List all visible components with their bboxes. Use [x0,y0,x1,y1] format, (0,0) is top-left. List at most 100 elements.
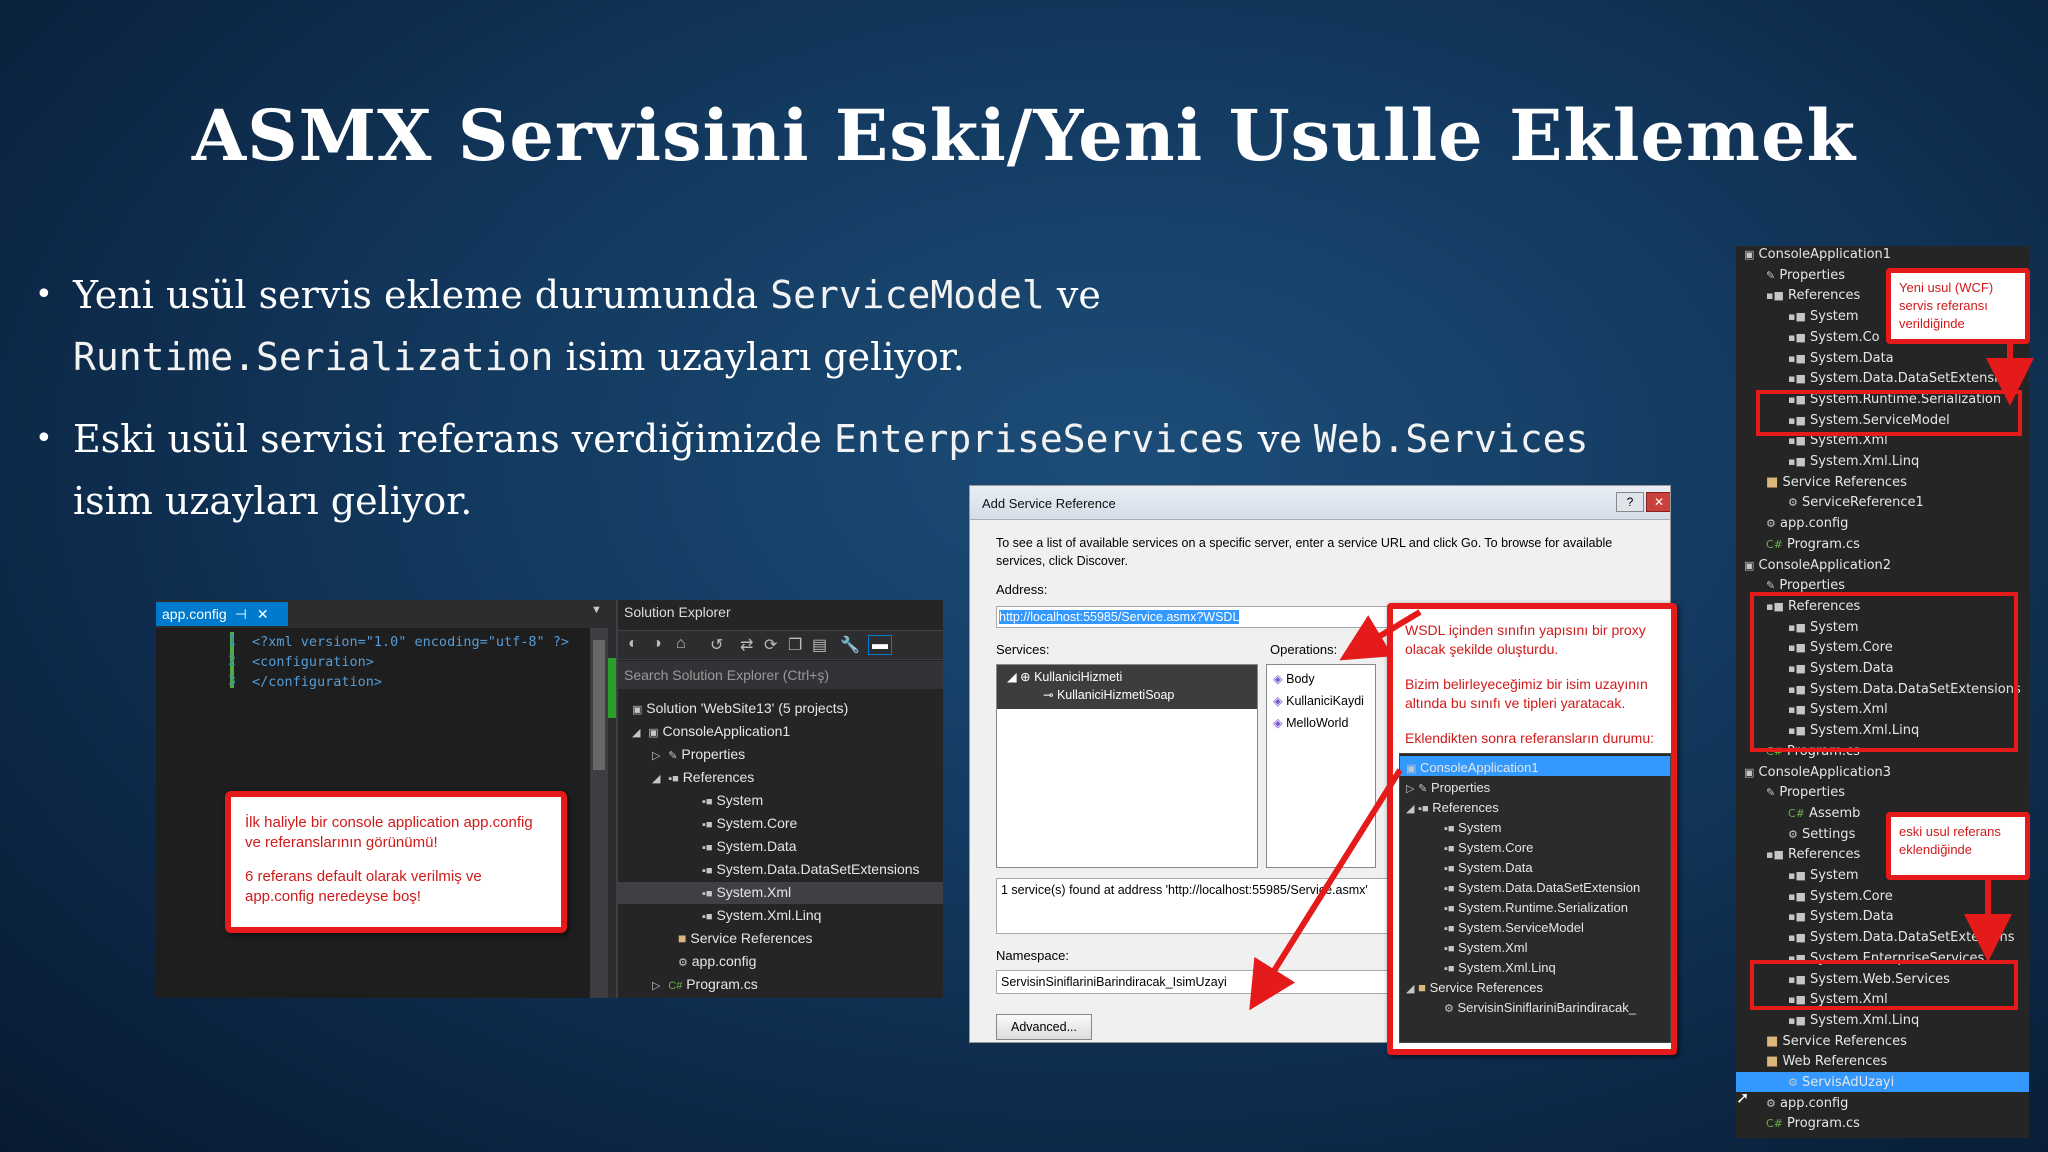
tree-item[interactable]: ▷ C# Program.cs [652,976,758,992]
tree-item[interactable]: ✎ Properties [1766,268,1845,283]
tree-item[interactable]: ▪■ System.Data.DataSetExten ons [1788,930,2015,945]
tree-item[interactable]: ✎ Properties [1766,785,1845,800]
preview-icon[interactable]: ▬ [868,635,892,655]
forward-icon[interactable]: ◑ [652,635,662,653]
tree-item[interactable]: ◢ ▪■ References [1406,798,1499,819]
tree-item[interactable]: ■ Service References [1766,1034,1907,1049]
tree-item[interactable]: ▪■ System.Xml.Linq [1788,1013,1919,1028]
tree-item[interactable]: ▪■ System.Data.DataSetExtensions [702,861,920,877]
tree-item[interactable]: ◢ ▪■ References [652,769,754,785]
tree-item[interactable]: ▪■ System.Data.DataSetExtension [1444,878,1640,899]
tree-item[interactable]: ◢ ■ Service References [1406,978,1543,999]
refresh-icon[interactable]: ⟳ [764,635,777,655]
tree-item-selected[interactable]: ▪■ System.Xml [618,882,943,904]
service-icon: ⊕ [1020,670,1031,684]
tree-item-selected[interactable]: ⚙ ServisAdUzayi [1788,1075,1894,1090]
references-icon: ▪■ [1418,803,1429,815]
code-line[interactable]: <configuration> [252,654,374,670]
operation-item[interactable]: ◈ Body [1273,671,1315,686]
operations-list[interactable]: ◈ Body ◈ KullaniciKaydi ◈ MelloWorld [1266,664,1376,868]
advanced-button[interactable]: Advanced... [996,1014,1092,1040]
tree-item[interactable]: ▪■ System.Xml.Linq [1788,454,1919,469]
editor-scrollbar[interactable] [590,628,608,998]
tree-item[interactable]: ▪■ System.Xml [1444,938,1528,959]
services-list[interactable]: ◢ ⊕ KullaniciHizmeti ⊸ KullaniciHizmetiS… [996,664,1258,868]
tree-item[interactable]: ▪■ System.Co [1788,330,1880,345]
tree-item[interactable]: ▪■ System.Core [702,815,797,831]
collapse-arrow-icon[interactable]: ▷ [652,980,660,992]
show-all-icon[interactable]: ▤ [812,635,827,655]
tree-item[interactable]: ■ Web References [1766,1054,1887,1069]
tree-item[interactable]: ▪■ System [1444,818,1502,839]
tree-item[interactable]: ✎ Properties [1766,578,1845,593]
tree-item[interactable]: ▪■ System.Data.DataSetExtensio [1788,371,2006,386]
tree-item[interactable]: ▪■ System [1788,868,1858,883]
tree-item[interactable]: ▪■ System.Data [1788,909,1894,924]
tree-item[interactable]: ▪■ System.Core [1788,889,1893,904]
expand-icon[interactable]: ◢ [632,727,640,739]
close-icon[interactable]: ✕ [257,606,269,622]
tree-item[interactable]: ▪■ System.Xml.Linq [702,907,821,923]
code-line[interactable]: </configuration> [252,674,382,690]
chevron-down-icon[interactable]: ▼ [591,604,602,616]
search-input[interactable]: Search Solution Explorer (Ctrl+ş) [618,661,943,689]
tree-item[interactable]: ■ Service References [678,930,813,946]
tree-item[interactable]: C# Program.cs [1766,1116,1860,1131]
history-icon[interactable]: ↺ [710,635,723,655]
tree-item[interactable]: ▪■ System.Data [1788,351,1894,366]
tree-item[interactable]: ⚙ app.config [1766,1096,1848,1111]
tab-app-config[interactable]: app.config ⊣ ✕ [156,602,288,626]
expand-icon[interactable]: ◢ [652,773,660,785]
sync-icon[interactable]: ⇄ [740,635,753,655]
home-icon[interactable]: ⌂ [676,635,686,653]
tree-solution[interactable]: ▣ Solution 'WebSite13' (5 projects) [632,700,848,716]
tree-item[interactable]: ▪■ References [1766,288,1860,303]
tree-item[interactable]: ▪■ System [1788,309,1858,324]
tree-item[interactable]: ▷ ✎ Properties [1406,778,1490,799]
service-item[interactable]: ⊸ KullaniciHizmetiSoap [1043,687,1174,702]
expand-icon[interactable]: ◢ [1406,983,1414,995]
collapse-arrow-icon[interactable]: ▷ [652,750,660,762]
tree-item[interactable]: ▪■ System.Xml.Linq [1444,958,1556,979]
wrench-icon: ✎ [668,750,678,762]
tree-label: System.Co [1810,329,1880,345]
address-input[interactable]: http://localhost:55985/Service.asmx?WSDL [996,606,1396,628]
tree-item[interactable]: ▪■ System [702,792,763,808]
code-line[interactable]: <?xml version="1.0" encoding="utf-8" ?> [252,634,569,650]
collapse-icon[interactable]: ❐ [788,635,802,655]
tree-item[interactable]: C# Assemb [1788,806,1860,821]
tree-item[interactable]: ▪■ System.Core [1444,838,1533,859]
tree-item[interactable]: ⚙ ServiceReference1 [1788,495,1924,510]
help-button[interactable]: ? [1616,492,1644,512]
tree-item[interactable]: ⚙ app.config [1766,516,1848,531]
tree-item[interactable]: ■ Service References [1766,475,1907,490]
tree-item[interactable]: ⚙ Settings [1788,827,1855,842]
tree-item[interactable]: ▪■ System.Runtime.Serialization [1444,898,1628,919]
operation-item[interactable]: ◈ MelloWorld [1273,715,1348,730]
close-button[interactable]: ✕ [1646,492,1670,512]
tree-item[interactable]: ▪■ System.Data [1444,858,1533,879]
tree-item[interactable]: ▣ ConsoleApplication2 [1744,558,1891,573]
scroll-thumb[interactable] [593,640,605,770]
tree-item[interactable]: ⚙ app.config [678,953,756,969]
tree-label: System.Xml.Linq [716,907,822,923]
tree-item[interactable]: ▣ ConsoleApplication1 [1744,247,1891,262]
collapse-arrow-icon[interactable]: ▷ [1406,783,1414,795]
tree-project[interactable]: ◢ ▣ ConsoleApplication1 [632,723,790,739]
namespace-input[interactable]: ServisinSiniflariniBarindiracak_IsimUzay… [996,970,1396,994]
tree-item[interactable]: ▪■ System.Data [702,838,797,854]
properties-icon[interactable]: 🔧 [840,635,860,655]
tree-item[interactable]: ▪■ References [1766,847,1860,862]
tree-item[interactable]: ▣ ConsoleApplication3 [1744,765,1891,780]
pin-icon[interactable]: ⊣ [235,606,247,622]
expand-icon[interactable]: ◢ [1406,803,1414,815]
tree-item[interactable]: ⚙ ServisinSiniflariniBarindiracak_ [1444,998,1636,1019]
tree-item[interactable]: ▷ ✎ Properties [652,746,745,762]
service-item[interactable]: ◢ ⊕ KullaniciHizmeti [1007,669,1122,684]
operation-item[interactable]: ◈ KullaniciKaydi [1273,693,1364,708]
tree-item[interactable]: ▪■ System.ServiceModel [1444,918,1584,939]
tree-project[interactable]: ▣ ConsoleApplication1 [1406,758,1539,779]
tree-item[interactable]: C# Program.cs [1766,537,1860,552]
tree-label: Properties [1779,785,1846,801]
back-icon[interactable]: ◐ [628,635,638,653]
